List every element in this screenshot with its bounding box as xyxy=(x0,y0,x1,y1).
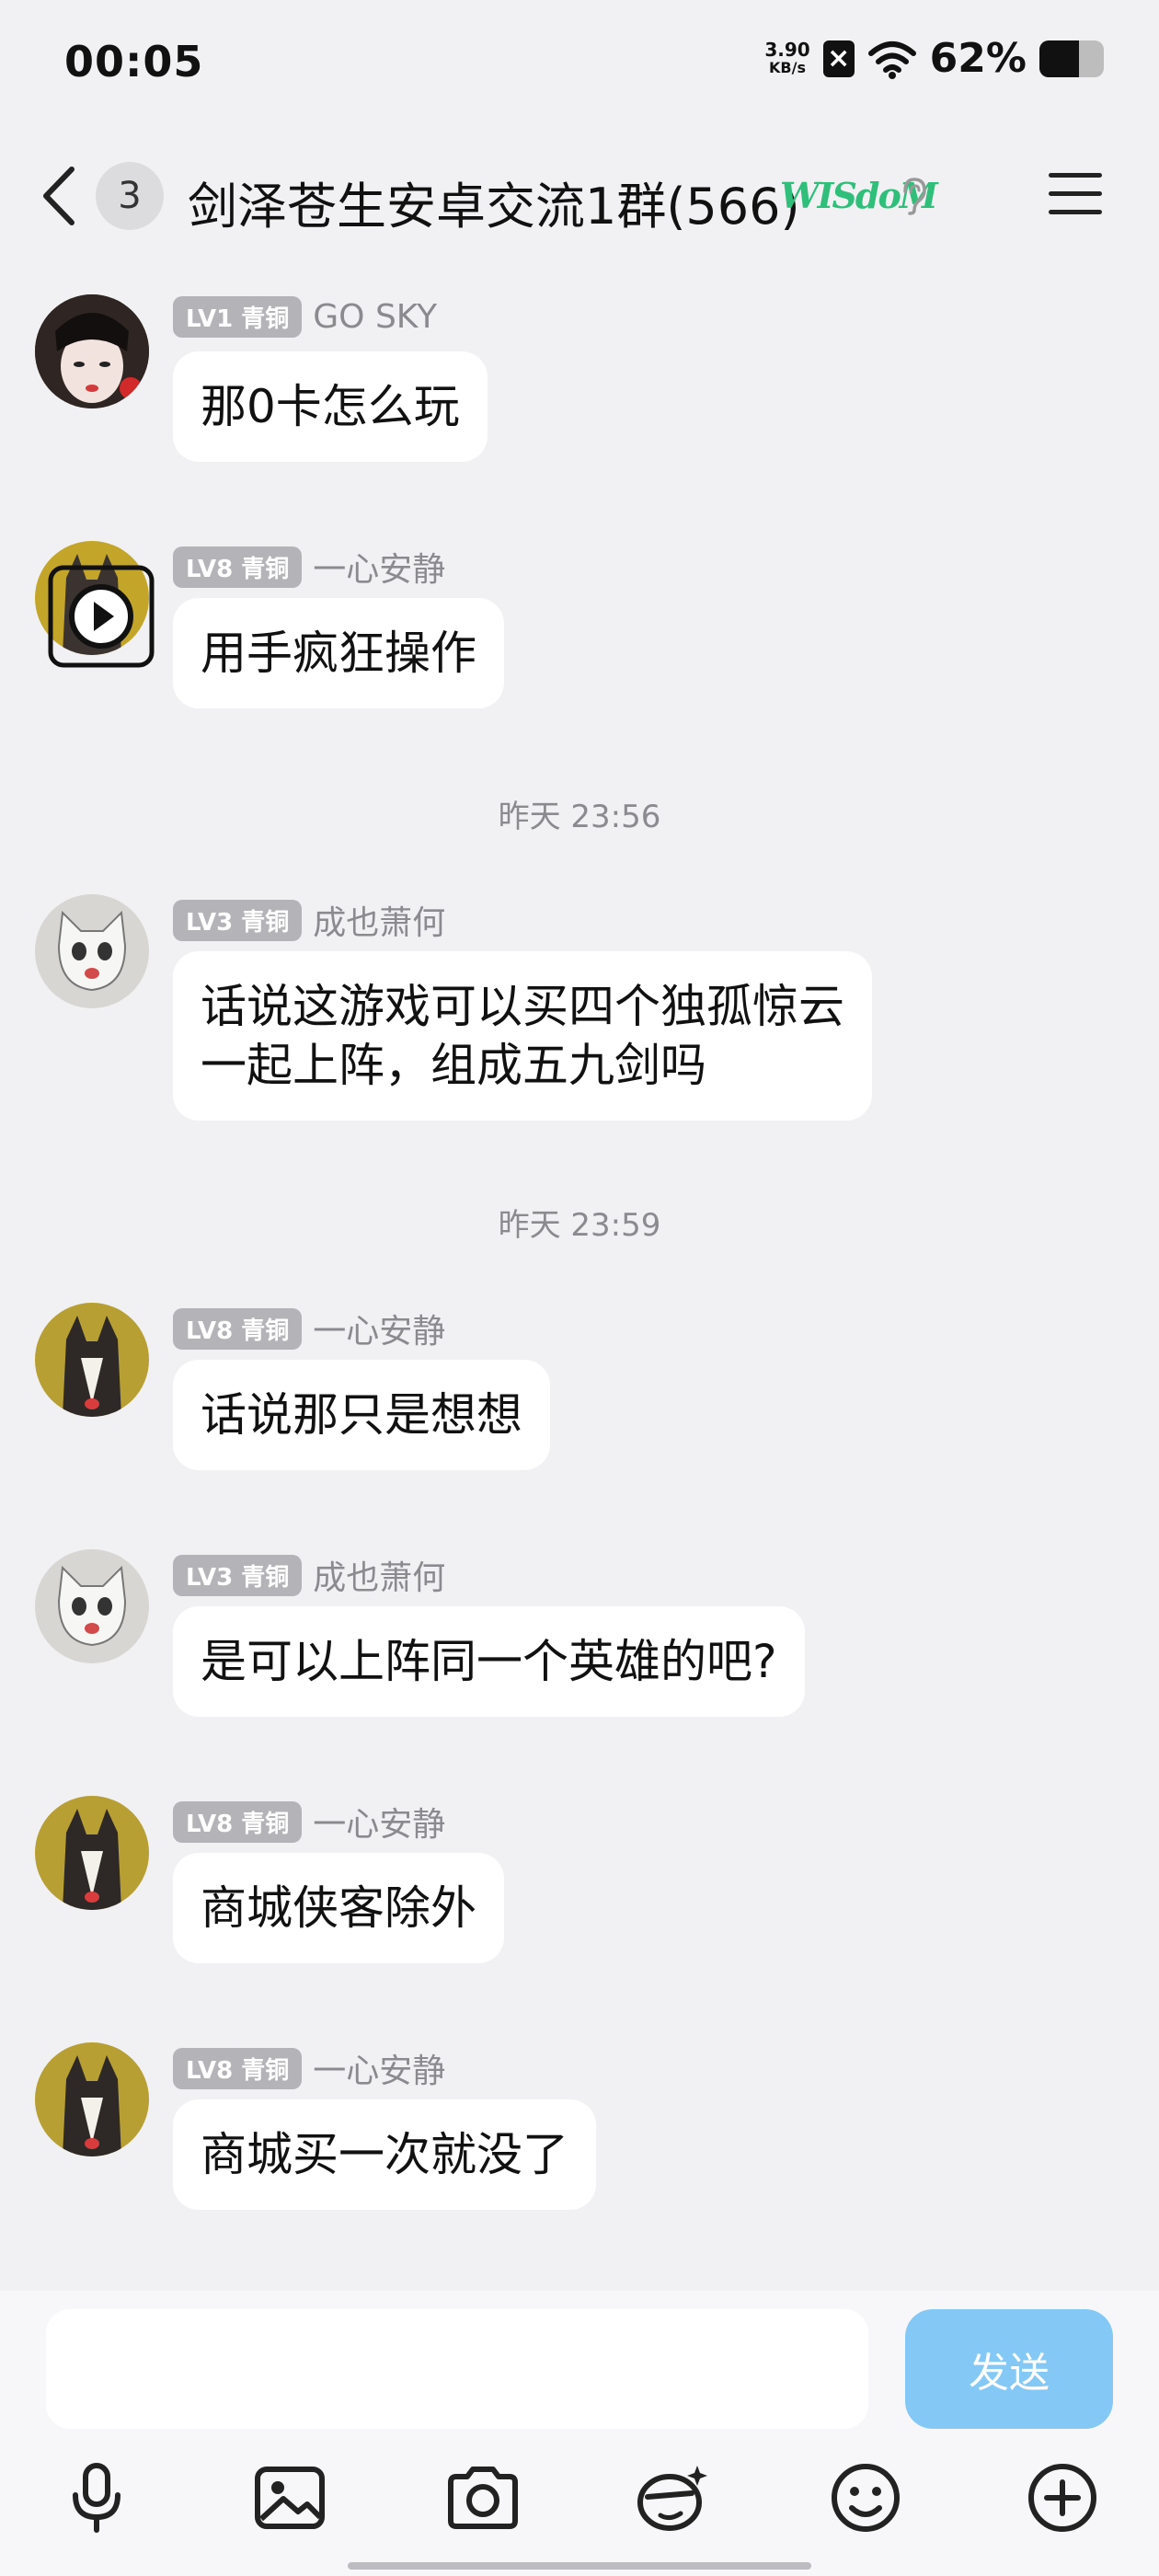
group-title[interactable]: 剑泽苍生安卓交流1群(566) xyxy=(188,166,800,238)
timestamp: 昨天 23:56 xyxy=(498,799,661,835)
message-input[interactable] xyxy=(46,2309,868,2429)
level-badge: LV8 青铜 xyxy=(173,2047,303,2089)
sender-name[interactable]: 一心安静 xyxy=(313,2044,445,2092)
level-badge: LV8 青铜 xyxy=(173,546,303,588)
home-indicator[interactable] xyxy=(348,2562,811,2570)
sender-meta: LV1 青铜 GO SKY xyxy=(173,296,437,338)
chat-area[interactable]: LV1 青铜 GO SKY 那0卡怎么玩 LV8 青铜 一心安静 用手疯狂操作 … xyxy=(0,276,1159,2291)
microphone-icon[interactable] xyxy=(55,2456,138,2539)
sticker-icon[interactable] xyxy=(629,2456,712,2539)
sender-name[interactable]: 一心安静 xyxy=(313,543,445,591)
level-badge: LV3 青铜 xyxy=(173,1554,303,1596)
sender-name[interactable]: 一心安静 xyxy=(313,1798,445,1846)
avatar[interactable] xyxy=(35,1796,149,1910)
network-speed: 3.90 KB/s xyxy=(764,40,809,77)
level-badge: LV8 青铜 xyxy=(173,1800,303,1843)
sender-meta: LV8 青铜 一心安静 xyxy=(173,543,445,591)
input-bar: 发送 xyxy=(0,2291,1159,2576)
avatar[interactable] xyxy=(35,894,149,1008)
plus-icon[interactable] xyxy=(1021,2456,1104,2539)
message-bubble[interactable]: 商城买一次就没了 xyxy=(173,2099,596,2210)
sender-name[interactable]: GO SKY xyxy=(313,298,437,336)
avatar[interactable] xyxy=(35,294,149,408)
image-icon[interactable] xyxy=(248,2456,331,2539)
sender-meta: LV3 青铜 成也萧何 xyxy=(173,896,445,944)
level-badge: LV1 青铜 xyxy=(173,296,303,338)
sender-meta: LV8 青铜 一心安静 xyxy=(173,1798,445,1846)
battery-icon xyxy=(1039,40,1104,77)
unread-count-badge[interactable]: 3 xyxy=(96,162,164,230)
play-video-icon[interactable] xyxy=(48,565,155,668)
back-arrow-icon[interactable] xyxy=(37,164,83,228)
sender-meta: LV3 青铜 成也萧何 xyxy=(173,1551,445,1599)
level-badge: LV8 青铜 xyxy=(173,1307,303,1350)
emoji-icon[interactable] xyxy=(824,2456,907,2539)
avatar[interactable] xyxy=(35,2042,149,2156)
menu-icon[interactable] xyxy=(1049,169,1107,221)
no-sim-icon: × xyxy=(822,40,855,77)
battery-percent: 62% xyxy=(929,35,1027,82)
status-time: 00:05 xyxy=(64,37,204,86)
ear-icon[interactable] xyxy=(898,177,929,215)
send-button[interactable]: 发送 xyxy=(905,2309,1113,2429)
level-badge: LV3 青铜 xyxy=(173,899,303,941)
avatar[interactable] xyxy=(35,1303,149,1417)
sender-name[interactable]: 一心安静 xyxy=(313,1305,445,1352)
message-bubble[interactable]: 话说那只是想想 xyxy=(173,1360,550,1470)
status-icons: 3.90 KB/s × 62% xyxy=(764,35,1104,82)
wifi-icon xyxy=(867,40,916,79)
sender-name[interactable]: 成也萧何 xyxy=(313,896,445,944)
network-speed-value: 3.90 xyxy=(764,38,810,61)
message-bubble[interactable]: 商城侠客除外 xyxy=(173,1853,504,1963)
sender-name[interactable]: 成也萧何 xyxy=(313,1551,445,1599)
sender-meta: LV8 青铜 一心安静 xyxy=(173,1305,445,1352)
sender-meta: LV8 青铜 一心安静 xyxy=(173,2044,445,2092)
message-line: 话说这游戏可以买四个独孤惊云 xyxy=(201,980,844,1033)
message-bubble[interactable]: 那0卡怎么玩 xyxy=(173,351,488,462)
message-bubble[interactable]: 话说这游戏可以买四个独孤惊云 一起上阵，组成五九剑吗 xyxy=(173,951,872,1121)
avatar[interactable] xyxy=(35,1549,149,1663)
message-line: 一起上阵，组成五九剑吗 xyxy=(201,1039,706,1092)
status-bar: 00:05 3.90 KB/s × 62% xyxy=(0,0,1159,129)
message-bubble[interactable]: 用手疯狂操作 xyxy=(173,598,504,708)
timestamp: 昨天 23:59 xyxy=(498,1207,661,1244)
message-bubble[interactable]: 是可以上阵同一个英雄的吧? xyxy=(173,1606,805,1717)
network-speed-unit: KB/s xyxy=(769,58,806,76)
camera-icon[interactable] xyxy=(442,2456,524,2539)
